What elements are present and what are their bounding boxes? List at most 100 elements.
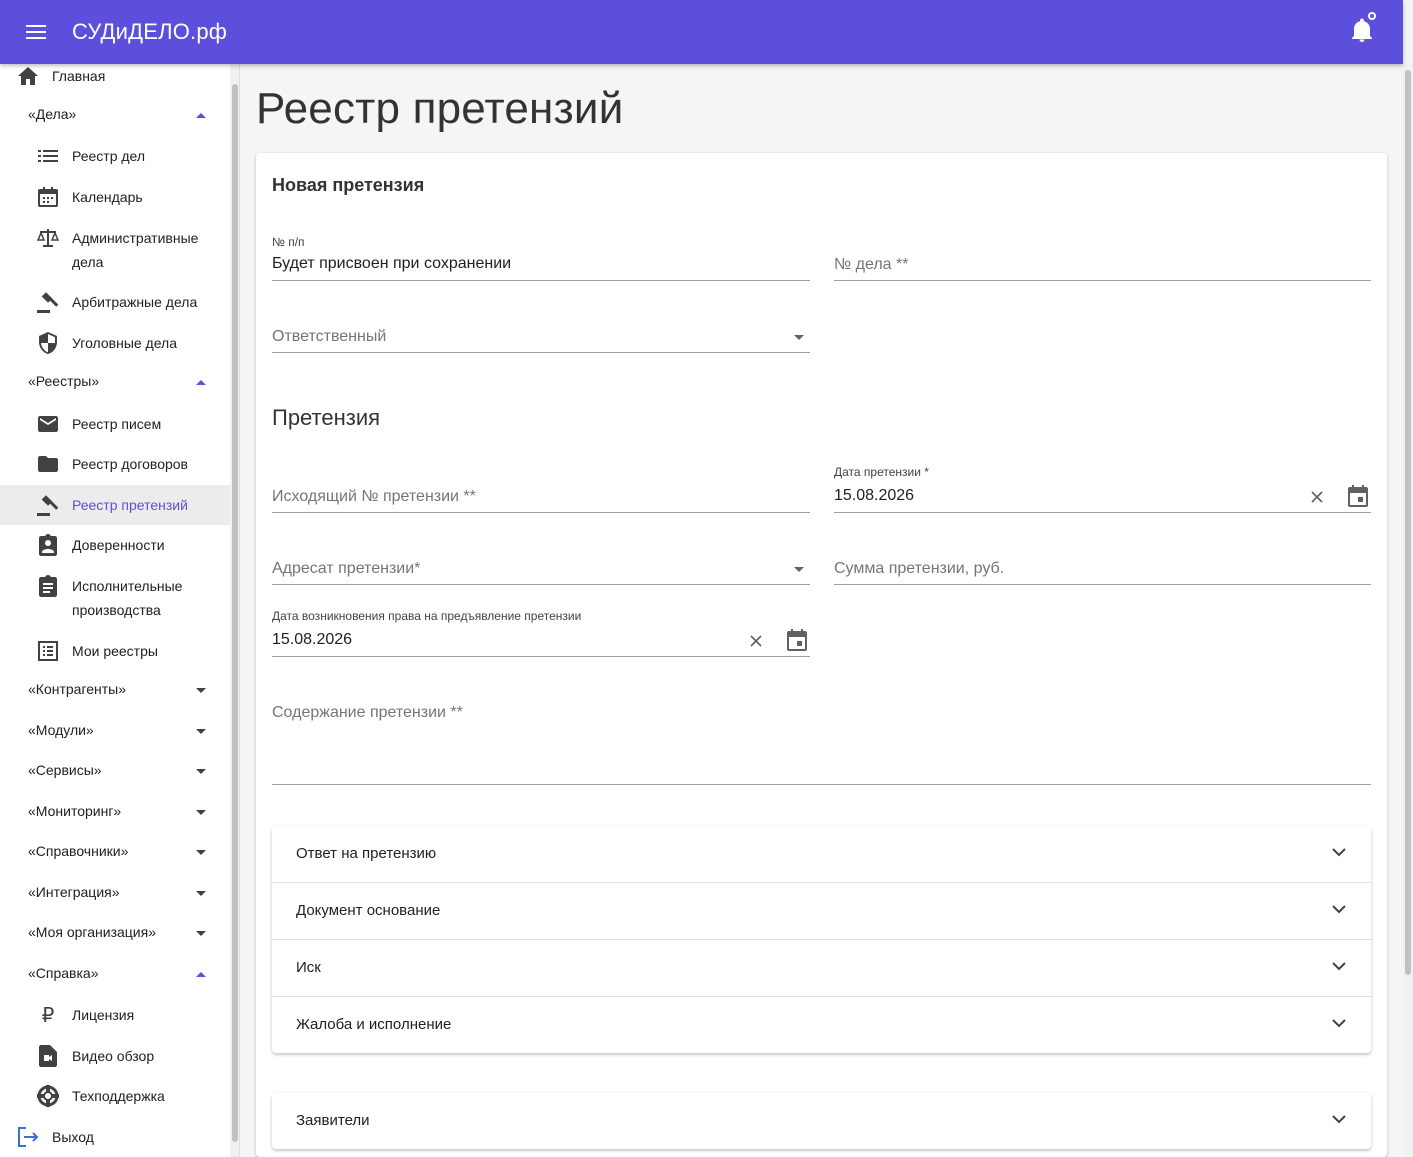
clear-icon[interactable]: [1308, 488, 1326, 506]
sidebar-item-claims[interactable]: Реестр претензий: [0, 485, 230, 525]
responsible-select[interactable]: Ответственный: [272, 305, 810, 353]
sidebar-item-label: Реестр писем: [72, 416, 162, 432]
shield-icon: [37, 332, 59, 354]
panel-response[interactable]: Ответ на претензию: [272, 826, 1371, 883]
sidebar-group-monitoring[interactable]: «Мониторинг»: [0, 793, 230, 833]
sidebar-group-integration[interactable]: «Интеграция»: [0, 874, 230, 914]
sidebar-item-criminal[interactable]: Уголовные дела: [0, 331, 230, 355]
sidebar-group-registries[interactable]: «Реестры»: [0, 363, 230, 403]
sidebar-group-modules[interactable]: «Модули»: [0, 712, 230, 752]
list-alt-icon: [37, 640, 59, 662]
ruble-icon: ₽: [41, 1003, 55, 1027]
panel-basis-document[interactable]: Документ основание: [272, 883, 1371, 940]
caret-up-icon: [196, 380, 206, 385]
sidebar-group-cases[interactable]: «Дела»: [0, 96, 230, 136]
sidebar-group-label: «Моя организация»: [28, 924, 156, 940]
sidebar-item-contracts[interactable]: Реестр договоров: [0, 452, 230, 476]
case-number-input[interactable]: № дела **: [834, 233, 1371, 281]
claim-date-field[interactable]: Дата претензии * 15.08.2026: [834, 465, 1371, 513]
sidebar-item-logout[interactable]: Выход: [0, 1125, 230, 1149]
calendar-picker-icon[interactable]: [787, 629, 809, 651]
caret-down-icon: [196, 769, 206, 774]
sidebar-group-counterparties[interactable]: «Контрагенты»: [0, 671, 230, 711]
sidebar-item-label: Уголовные дела: [72, 335, 178, 351]
sidebar-item-support[interactable]: Техподдержка: [0, 1084, 230, 1108]
addressee-placeholder: Адресат претензии*: [272, 560, 421, 577]
panel-lawsuit[interactable]: Иск: [272, 940, 1371, 997]
sidebar-item-label: Календарь: [72, 189, 143, 205]
sidebar-group-my-org[interactable]: «Моя организация»: [0, 914, 230, 954]
sidebar-item-label: Лицензия: [72, 1007, 135, 1023]
home-icon: [17, 65, 39, 87]
amount-input[interactable]: Сумма претензии, руб.: [834, 537, 1371, 585]
notifications-bell-icon[interactable]: [1351, 12, 1377, 42]
sidebar-item-arbitration[interactable]: Арбитражные дела: [0, 290, 230, 314]
panel-label: Документ основание: [296, 902, 441, 919]
sidebar-item-label: Арбитражные дела: [72, 294, 198, 310]
sidebar-scrollbar-thumb[interactable]: [232, 84, 238, 1142]
sidebar-group-label: «Сервисы»: [28, 762, 102, 778]
calendar-icon: [37, 186, 59, 208]
chevron-down-icon: [1332, 848, 1346, 857]
chevron-down-icon: [1332, 962, 1346, 971]
panel-complaint[interactable]: Жалоба и исполнение: [272, 997, 1371, 1054]
sidebar-item-case-registry[interactable]: Реестр дел: [0, 144, 230, 168]
sidebar-item-letters[interactable]: Реестр писем: [0, 412, 230, 436]
menu-icon[interactable]: [24, 20, 48, 44]
sidebar-item-admin-cases[interactable]: Административные дела: [0, 225, 230, 275]
amount-placeholder: Сумма претензии, руб.: [834, 560, 1005, 577]
sidebar-item-poa[interactable]: Доверенности: [0, 533, 230, 557]
panel-label: Заявители: [296, 1112, 370, 1129]
caret-up-icon: [196, 972, 206, 977]
sidebar-group-services[interactable]: «Сервисы»: [0, 752, 230, 792]
video-file-icon: [37, 1045, 59, 1067]
sidebar-group-label: «Дела»: [28, 106, 77, 122]
number-field[interactable]: № п/п Будет присвоен при сохранении: [272, 233, 810, 281]
panel-label: Жалоба и исполнение: [296, 1016, 452, 1033]
sidebar-group-label: «Справочники»: [28, 843, 129, 859]
outgoing-number-placeholder: Исходящий № претензии **: [272, 488, 476, 505]
sidebar-item-calendar[interactable]: Календарь: [0, 185, 230, 209]
sidebar-group-references[interactable]: «Справочники»: [0, 833, 230, 873]
sidebar-item-label: Главная: [52, 68, 106, 84]
sidebar-item-enforcement[interactable]: Исполнительные производства: [0, 574, 230, 624]
sidebar-item-label: Реестр договоров: [72, 456, 188, 472]
claim-date-value: 15.08.2026: [834, 487, 915, 504]
sidebar-item-video[interactable]: Видео обзор: [0, 1044, 230, 1068]
number-value: Будет присвоен при сохранении: [272, 255, 512, 272]
sidebar-item-label-line2: дела: [72, 254, 104, 270]
sidebar-group-help[interactable]: «Справка»: [0, 955, 230, 995]
clear-icon[interactable]: [747, 632, 765, 650]
expansion-panels: Ответ на претензию Документ основание Ис…: [272, 826, 1371, 1053]
panel-applicants[interactable]: Заявители: [272, 1093, 1371, 1150]
sidebar-item-label: Мои реестры: [72, 643, 158, 659]
sidebar-group-label: «Справка»: [28, 965, 99, 981]
sidebar: Главная «Дела» Реестр дел Календарь Адми…: [0, 64, 240, 1157]
app-title[interactable]: СУДиДЕЛО.рф: [72, 19, 227, 45]
caret-down-icon: [196, 810, 206, 815]
panel-label: Иск: [296, 959, 321, 976]
support-icon: [37, 1085, 59, 1107]
sidebar-item-label: Видео обзор: [72, 1048, 155, 1064]
sidebar-item-label: Выход: [52, 1129, 94, 1145]
calendar-picker-icon[interactable]: [1348, 485, 1370, 507]
sidebar-item-home[interactable]: Главная: [0, 64, 230, 88]
gavel-icon: [37, 291, 59, 313]
dropdown-arrow-icon: [794, 335, 804, 340]
addressee-select[interactable]: Адресат претензии*: [272, 537, 810, 585]
sidebar-group-label: «Мониторинг»: [28, 803, 122, 819]
applicants-panel-group: Заявители: [272, 1093, 1371, 1149]
sidebar-item-license[interactable]: ₽ Лицензия: [0, 1003, 230, 1027]
caret-down-icon: [196, 891, 206, 896]
sidebar-item-label-line2: производства: [72, 602, 161, 618]
outgoing-number-input[interactable]: Исходящий № претензии **: [272, 465, 810, 513]
mail-icon: [37, 413, 59, 435]
sidebar-item-label: Доверенности: [72, 537, 165, 553]
content-textarea[interactable]: Содержание претензии **: [272, 693, 1371, 785]
list-icon: [37, 145, 59, 167]
main-scrollbar-thumb[interactable]: [1405, 70, 1411, 975]
sidebar-item-my-registries[interactable]: Мои реестры: [0, 639, 230, 663]
page-title: Реестр претензий: [256, 84, 624, 133]
caret-down-icon: [196, 688, 206, 693]
right-date-field[interactable]: Дата возникновения права на предъявление…: [272, 609, 810, 657]
